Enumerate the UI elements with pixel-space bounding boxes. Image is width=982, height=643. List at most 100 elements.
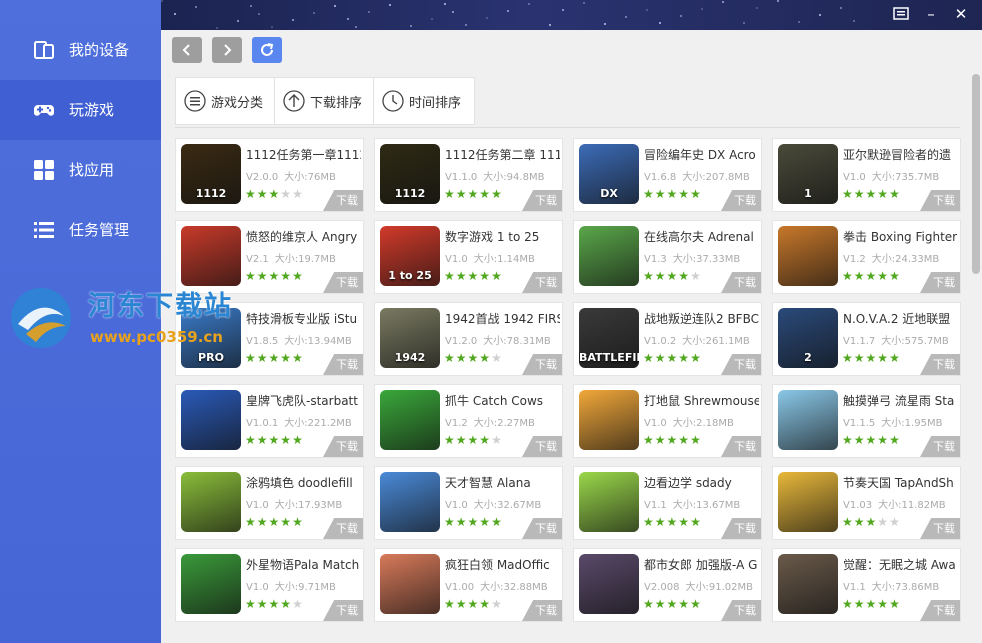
download-button[interactable]: 下载 <box>920 272 960 293</box>
game-card[interactable]: 1942 1942首战 1942 FIRS V1.2.0 大小:78.31MB ★★★★… <box>374 302 563 376</box>
download-button[interactable]: 下载 <box>721 354 761 375</box>
sidebar-item-task-manager[interactable]: 任务管理 <box>0 200 161 260</box>
download-button[interactable]: 下载 <box>522 354 562 375</box>
download-button[interactable]: 下载 <box>920 190 960 211</box>
game-card[interactable]: 涂鸦填色 doodlefill V1.0 大小:17.93MB ★★★★★ 下载 <box>175 466 364 540</box>
game-icon[interactable] <box>380 472 440 532</box>
game-card[interactable]: 抓牛 Catch Cows V1.2 大小:2.27MB ★★★★★ 下载 <box>374 384 563 458</box>
game-card[interactable]: 1 亚尔默逊冒险者的遗 V1.0 大小:735.7MB ★★★★★ 下载 <box>772 138 961 212</box>
star-icon: ★ <box>842 597 854 611</box>
game-icon[interactable] <box>181 390 241 450</box>
download-button[interactable]: 下载 <box>323 190 363 211</box>
minimize-button[interactable]: – <box>920 4 942 24</box>
game-icon[interactable] <box>579 472 639 532</box>
game-icon[interactable]: BATTLEFIELD <box>579 308 639 368</box>
game-icon[interactable]: 1112 <box>380 144 440 204</box>
game-title: 拳击 Boxing Fighter <box>843 230 958 244</box>
game-card[interactable]: 触摸弹弓 流星雨 Sta V1.1.5 大小:1.95MB ★★★★★ 下载 <box>772 384 961 458</box>
download-button[interactable]: 下载 <box>721 272 761 293</box>
download-button[interactable]: 下载 <box>323 272 363 293</box>
refresh-button[interactable] <box>252 37 282 63</box>
game-icon[interactable]: 1112 <box>181 144 241 204</box>
game-card[interactable]: 拳击 Boxing Fighter V1.2 大小:24.33MB ★★★★★ 下载 <box>772 220 961 294</box>
game-card[interactable]: 11121112任务第一章1112 eV2.0.0大小:76MB★★★★★下载 <box>175 138 364 212</box>
game-icon[interactable] <box>181 472 241 532</box>
close-button[interactable]: ✕ <box>950 4 972 24</box>
rating-stars: ★★★★★ <box>643 187 702 201</box>
game-icon[interactable] <box>380 554 440 614</box>
forward-button[interactable] <box>212 37 242 63</box>
download-button[interactable]: 下载 <box>522 272 562 293</box>
game-icon[interactable] <box>181 226 241 286</box>
game-icon[interactable]: 1 to 25 <box>380 226 440 286</box>
download-button[interactable]: 下载 <box>721 600 761 621</box>
game-card[interactable]: 觉醒：无眠之城 Awa V1.1 大小:73.86MB ★★★★★ 下载 <box>772 548 961 622</box>
game-icon[interactable] <box>778 554 838 614</box>
game-size-label: 大小: <box>274 254 299 265</box>
download-button[interactable]: 下载 <box>323 518 363 539</box>
scrollbar-thumb[interactable] <box>972 74 980 274</box>
download-button[interactable]: 下载 <box>721 518 761 539</box>
download-button[interactable]: 下载 <box>721 190 761 211</box>
skin-icon[interactable] <box>890 4 912 24</box>
game-card[interactable]: 边看边学 sdady V1.1 大小:13.67MB ★★★★★ 下载 <box>573 466 762 540</box>
game-card[interactable]: 2 N.O.V.A.2 近地联盟 V1.1.7 大小:575.7MB ★★★★★ 下载 <box>772 302 961 376</box>
tab-time-sort[interactable]: 时间排序 <box>374 78 472 124</box>
game-icon[interactable]: 2 <box>778 308 838 368</box>
game-card[interactable]: 在线高尔夫 Adrenal V1.3 大小:37.33MB ★★★★★ 下载 <box>573 220 762 294</box>
download-button[interactable]: 下载 <box>522 190 562 211</box>
download-button[interactable]: 下载 <box>920 354 960 375</box>
download-button[interactable]: 下载 <box>522 600 562 621</box>
game-icon[interactable] <box>778 472 838 532</box>
device-icon <box>34 41 54 59</box>
star-icon: ★ <box>865 433 878 447</box>
game-card[interactable]: 都市女郎 加强版-A G V2.008 大小:91.02MB ★★★★★ 下载 <box>573 548 762 622</box>
game-icon[interactable]: DX <box>579 144 639 204</box>
download-button[interactable]: 下载 <box>721 436 761 457</box>
game-version: V1.3 <box>644 254 667 265</box>
game-icon[interactable] <box>778 390 838 450</box>
background-star <box>334 5 336 7</box>
tab-download-sort[interactable]: 下载排序 <box>275 78 373 124</box>
download-button[interactable]: 下载 <box>522 436 562 457</box>
game-card[interactable]: 节奏天国 TapAndSh V1.03 大小:11.82MB ★★★★★ 下载 <box>772 466 961 540</box>
rating-stars: ★★★★★ <box>842 351 901 365</box>
game-card[interactable]: 1 to 25 数字游戏 1 to 25 V1.0 大小:1.14MB ★★★★★ 下载 <box>374 220 563 294</box>
star-icon: ★ <box>865 187 878 201</box>
game-icon[interactable] <box>579 554 639 614</box>
game-card[interactable]: BATTLEFIELD战地叛逆连队2 BFBCV1.0.2大小:261.1MB★… <box>573 302 762 376</box>
game-icon[interactable] <box>380 390 440 450</box>
game-version: V1.0.1 <box>246 418 279 429</box>
game-icon[interactable]: 1 <box>778 144 838 204</box>
game-card[interactable]: 皇牌飞虎队-starbatt V1.0.1 大小:221.2MB ★★★★★ 下载 <box>175 384 364 458</box>
sidebar-item-my-device[interactable]: 我的设备 <box>0 20 161 80</box>
game-size-label: 大小: <box>672 254 697 265</box>
game-size-label: 大小: <box>480 582 504 593</box>
background-star <box>853 20 855 22</box>
download-button[interactable]: 下载 <box>920 436 960 457</box>
game-card[interactable]: 打地鼠 Shrewmouse V1.0 大小:2.18MB ★★★★★ 下载 <box>573 384 762 458</box>
game-card[interactable]: 疯狂白领 MadOffic V1.00 大小:32.88MB ★★★★★ 下载 <box>374 548 563 622</box>
download-button[interactable]: 下载 <box>920 518 960 539</box>
download-button[interactable]: 下载 <box>323 600 363 621</box>
download-button[interactable]: 下载 <box>522 518 562 539</box>
scrollbar[interactable] <box>971 70 981 640</box>
download-button[interactable]: 下载 <box>920 600 960 621</box>
game-card[interactable]: 外星物语Pala Match V1.0 大小:9.71MB ★★★★★ 下载 <box>175 548 364 622</box>
sidebar-item-find-apps[interactable]: 找应用 <box>0 140 161 200</box>
back-button[interactable] <box>172 37 202 63</box>
sidebar-item-play-games[interactable]: 玩游戏 <box>0 80 161 140</box>
star-icon: ★ <box>643 433 655 447</box>
game-icon[interactable]: 1942 <box>380 308 440 368</box>
download-button[interactable]: 下载 <box>323 436 363 457</box>
download-button[interactable]: 下载 <box>323 354 363 375</box>
game-icon[interactable] <box>778 226 838 286</box>
tab-game-category[interactable]: 游戏分类 <box>176 78 274 124</box>
game-card[interactable]: 11121112任务第二章 1112 eV1.1.0大小:94.8MB★★★★★… <box>374 138 563 212</box>
star-icon: ★ <box>853 187 866 201</box>
game-card[interactable]: DX 冒险编年史 DX Acro V1.6.8 大小:207.8MB ★★★★★ 下载 <box>573 138 762 212</box>
game-icon[interactable] <box>579 226 639 286</box>
game-icon[interactable] <box>181 554 241 614</box>
game-icon[interactable] <box>579 390 639 450</box>
game-card[interactable]: 天才智慧 Alana V1.0 大小:32.67MB ★★★★★ 下载 <box>374 466 563 540</box>
